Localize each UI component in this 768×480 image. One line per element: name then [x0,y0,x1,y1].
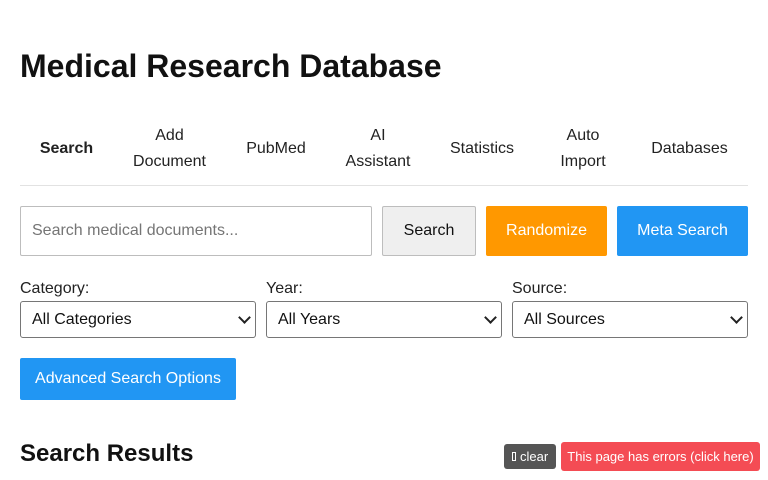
meta-search-button-label: Meta Search [637,222,728,239]
clear-button-label: clear [520,449,549,464]
chevron-down-icon [484,310,497,324]
randomize-button[interactable]: Randomize [486,206,607,256]
chevron-down-icon [238,310,251,324]
search-input[interactable] [20,206,372,256]
nav-tab-databases[interactable]: Databases [641,123,738,175]
page-errors-label: This page has errors (click here) [567,449,754,464]
nav-tab-statistics[interactable]: Statistics [438,123,526,175]
year-select[interactable]: All Years [266,301,502,338]
nav-tab-add-document[interactable]: Add Document [123,123,216,175]
advanced-search-options-label: Advanced Search Options [35,370,221,387]
category-select-value: All Categories [32,310,132,328]
nav-tab-auto-import-label: Auto Import [560,127,606,170]
source-select-value: All Sources [524,310,605,328]
search-button-label: Search [403,222,455,239]
clear-button[interactable]: clear [504,444,557,469]
nav-tab-statistics-label: Statistics [449,140,514,157]
source-filter-label: Source: [512,280,568,297]
meta-search-button[interactable]: Meta Search [617,206,748,256]
page-title: Medical Research Database [20,48,442,84]
nav-tab-add-document-label: Add Document [133,127,206,170]
search-button[interactable]: Search [382,206,476,256]
nav-tab-search-label: Search [39,140,94,157]
category-select[interactable]: All Categories [20,301,256,338]
page-errors-badge[interactable]: This page has errors (click here) [561,442,760,471]
nav-tab-ai-assistant[interactable]: AI Assistant [330,123,426,175]
nav-tab-pubmed[interactable]: PubMed [226,123,326,175]
nav-tab-databases-label: Databases [651,140,728,157]
advanced-search-options-button[interactable]: Advanced Search Options [20,358,236,400]
nav-tab-ai-assistant-label: AI Assistant [345,127,411,170]
randomize-button-label: Randomize [506,222,587,239]
nav-tab-auto-import[interactable]: Auto Import [540,123,626,175]
clear-box-icon [512,452,516,461]
search-results-title: Search Results [20,440,194,467]
year-select-value: All Years [278,310,341,328]
source-select[interactable]: All Sources [512,301,748,338]
year-filter-label: Year: [266,280,303,297]
category-filter-label: Category: [20,280,90,297]
chevron-down-icon [730,310,743,324]
nav-tab-pubmed-label: PubMed [246,140,306,157]
nav-tab-search[interactable]: Search [20,123,113,175]
main-nav: Search Add Document PubMed AI Assistant … [20,118,748,186]
